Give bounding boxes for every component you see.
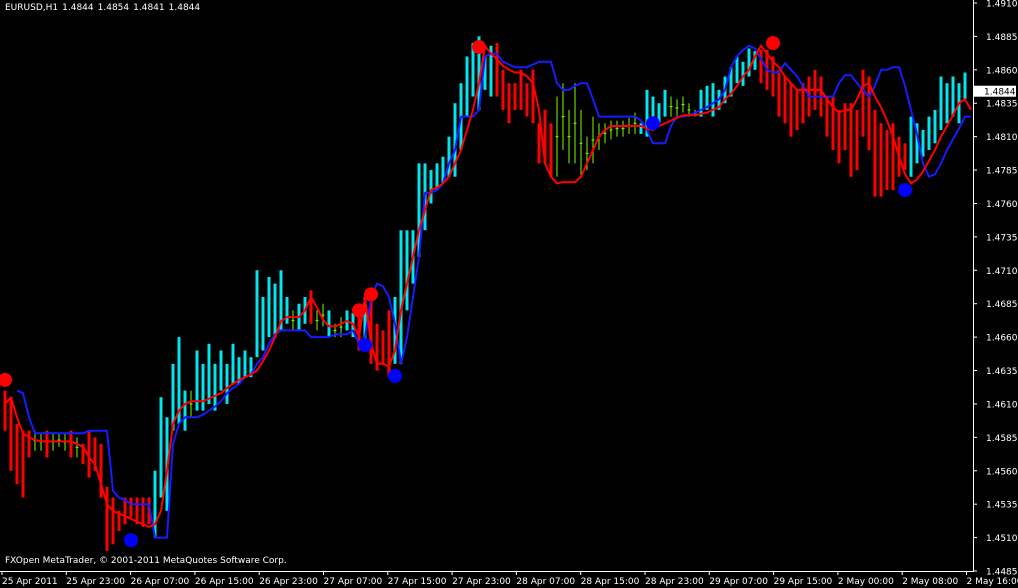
price-chart[interactable]: 1.4910 1.4885 1.4860 1.4835 1.4810 1.4785 1.47… xyxy=(0,0,1018,588)
current-price-label: 1.4844 xyxy=(984,88,1016,98)
y-tick-label: 1.4610 xyxy=(986,400,1018,410)
x-tick-label: 25 Apr 23:00 xyxy=(66,577,125,587)
open-value: 1.4844 xyxy=(62,3,94,13)
x-tick-label: 26 Apr 15:00 xyxy=(195,577,254,587)
y-tick-label: 1.4635 xyxy=(986,367,1018,377)
x-tick-label: 2 May 00:00 xyxy=(838,577,894,587)
x-tick-label: 25 Apr 2011 xyxy=(2,577,58,587)
y-tick-label: 1.4735 xyxy=(986,233,1018,243)
x-tick-label: 29 Apr 15:00 xyxy=(774,577,833,587)
window-title: EURUSD,H1 1.4844 1.4854 1.4841 1.4844 xyxy=(5,3,204,13)
symbol-label: EURUSD,H1 xyxy=(5,3,59,13)
sell-signal-dot xyxy=(472,40,486,55)
x-tick-label: 2 May 08:00 xyxy=(902,577,958,587)
buy-signal-dot xyxy=(124,533,138,548)
y-tick-label: 1.4585 xyxy=(986,434,1018,444)
x-tick-label: 27 Apr 23:00 xyxy=(452,577,511,587)
x-tick-label: 26 Apr 07:00 xyxy=(131,577,190,587)
high-value: 1.4854 xyxy=(97,3,130,13)
y-tick-label: 1.4535 xyxy=(986,501,1018,511)
low-value: 1.4841 xyxy=(133,3,165,13)
y-tick-label: 1.4860 xyxy=(986,66,1018,76)
y-tick-label: 1.4835 xyxy=(986,100,1018,110)
y-tick-label: 1.4560 xyxy=(986,467,1018,477)
y-tick-label: 1.4685 xyxy=(986,300,1018,310)
x-tick-label: 26 Apr 23:00 xyxy=(259,577,318,587)
buy-signal-dot xyxy=(898,183,912,198)
x-tick-label: 28 Apr 07:00 xyxy=(516,577,575,587)
y-tick-label: 1.4660 xyxy=(986,334,1018,344)
y-tick-label: 1.4760 xyxy=(986,200,1018,210)
y-tick-label: 1.4710 xyxy=(986,267,1018,277)
y-tick-label: 1.4810 xyxy=(986,133,1018,143)
x-tick-label: 28 Apr 23:00 xyxy=(645,577,704,587)
x-tick-label: 27 Apr 15:00 xyxy=(388,577,447,587)
sell-signal-dot xyxy=(364,287,378,302)
close-value: 1.4844 xyxy=(168,3,201,13)
y-tick-label: 1.4885 xyxy=(986,33,1018,43)
x-tick-label: 27 Apr 07:00 xyxy=(324,577,383,587)
copyright-text: FXOpen MetaTrader, © 2001-2011 MetaQuote… xyxy=(5,556,287,566)
sell-signal-dot xyxy=(352,303,366,318)
y-tick-label: 1.4485 xyxy=(986,568,1018,578)
sell-signal-dot xyxy=(766,36,780,51)
x-tick-label: 28 Apr 15:00 xyxy=(581,577,640,587)
buy-signal-dot xyxy=(358,338,372,353)
y-tick-label: 1.4510 xyxy=(986,534,1018,544)
buy-signal-dot xyxy=(388,368,402,383)
x-tick-label: 29 Apr 07:00 xyxy=(709,577,768,587)
y-tick-label: 1.4785 xyxy=(986,167,1018,177)
buy-signal-dot xyxy=(646,116,660,131)
y-tick-label: 1.4910 xyxy=(986,0,1018,10)
x-tick-label: 2 May 16:00 xyxy=(967,577,1018,587)
